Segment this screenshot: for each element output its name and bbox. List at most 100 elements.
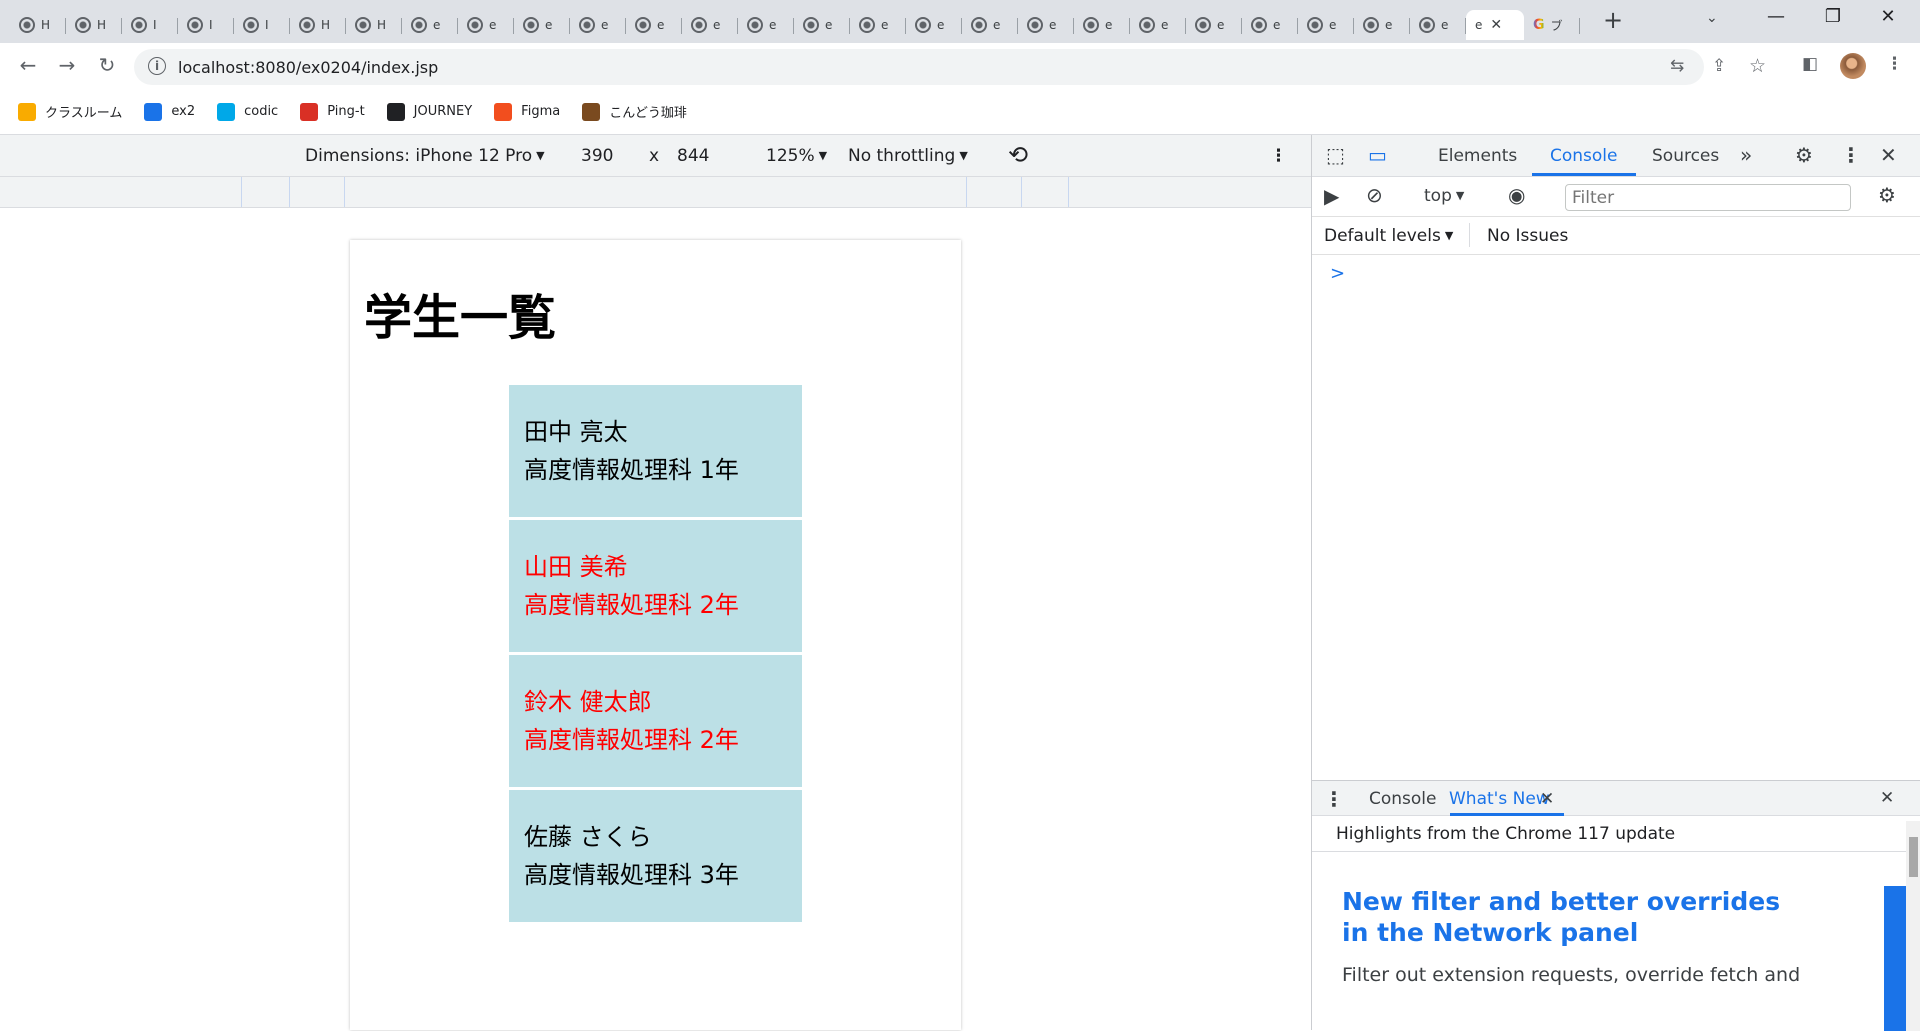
browser-tab[interactable]: I	[122, 10, 178, 40]
media-query-marker[interactable]	[1068, 177, 1069, 207]
profile-avatar[interactable]	[1840, 53, 1866, 79]
throttling-select[interactable]: No throttling ▼	[848, 146, 968, 166]
console-filter-input[interactable]	[1565, 184, 1851, 211]
zoom-select[interactable]: 125% ▼	[766, 146, 827, 166]
media-query-marker[interactable]	[1021, 177, 1022, 207]
minimize-icon[interactable]: —	[1756, 6, 1796, 27]
live-expression-eye-icon[interactable]: ◉	[1508, 183, 1525, 207]
forward-icon[interactable]: →	[53, 53, 81, 77]
tab-list: H H I I I H He e e e e e e e e e e e e e e e e e e e ✕ G ブ	[10, 6, 1580, 43]
media-query-marker[interactable]	[344, 177, 345, 207]
browser-tab[interactable]: e	[1074, 10, 1130, 40]
side-panel-icon[interactable]: ◧	[1802, 54, 1818, 74]
drawer-tab-close-icon[interactable]: ✕	[1540, 789, 1554, 809]
drawer-menu-icon[interactable]: ⋮	[1324, 787, 1344, 811]
tab-search-chevron-icon[interactable]: ⌄	[1706, 10, 1718, 26]
browser-tab[interactable]: e	[458, 10, 514, 40]
context-label: top	[1424, 186, 1452, 206]
bookmark-item[interactable]: codic	[217, 102, 278, 121]
browser-tab[interactable]: e	[570, 10, 626, 40]
devtools-close-icon[interactable]: ✕	[1880, 143, 1897, 167]
globe-icon	[1083, 17, 1099, 33]
browser-tab[interactable]: e	[962, 10, 1018, 40]
reload-icon[interactable]: ↻	[93, 53, 121, 77]
drawer-tab-console[interactable]: Console	[1369, 789, 1437, 809]
browser-tab-active[interactable]: e ✕	[1466, 10, 1524, 40]
site-info-icon[interactable]: i	[148, 57, 166, 75]
restore-icon[interactable]: ❐	[1813, 6, 1853, 27]
inspect-element-icon[interactable]: ⬚	[1326, 143, 1345, 167]
browser-tab[interactable]: I	[178, 10, 234, 40]
tab-elements[interactable]: Elements	[1438, 146, 1517, 166]
device-select[interactable]: Dimensions: iPhone 12 Pro ▼	[305, 146, 545, 166]
more-tabs-icon[interactable]: »	[1740, 143, 1752, 167]
device-height-input[interactable]: 844	[677, 146, 709, 166]
browser-tab[interactable]: e	[738, 10, 794, 40]
tab-close-icon[interactable]: ✕	[1490, 17, 1502, 33]
drawer-scrollbar[interactable]	[1906, 821, 1920, 1031]
clear-console-icon[interactable]: ⊘	[1366, 183, 1383, 207]
whats-new-image	[1884, 886, 1906, 1031]
chrome-menu-icon[interactable]: ⋮	[1886, 54, 1903, 74]
rotate-icon[interactable]: ⟲	[1008, 141, 1028, 169]
bookmark-star-icon[interactable]: ☆	[1749, 55, 1766, 77]
console-settings-gear-icon[interactable]: ⚙	[1878, 183, 1896, 207]
browser-tab[interactable]: e	[1354, 10, 1410, 40]
globe-icon	[859, 17, 875, 33]
media-query-marker[interactable]	[241, 177, 242, 207]
drawer-close-icon[interactable]: ✕	[1880, 788, 1894, 808]
browser-tab[interactable]: H	[290, 10, 346, 40]
bookmark-item[interactable]: JOURNEY	[386, 102, 472, 121]
device-toggle-icon[interactable]: ▭	[1368, 143, 1387, 167]
browser-tab[interactable]: I	[234, 10, 290, 40]
new-tab-button[interactable]: +	[1598, 6, 1628, 34]
bookmark-label: こんどう珈琲	[609, 106, 687, 121]
browser-tab[interactable]: e	[682, 10, 738, 40]
browser-tab[interactable]: H	[66, 10, 122, 40]
devtools-menu-icon[interactable]: ⋮	[1841, 143, 1861, 167]
browser-tab[interactable]: H	[10, 10, 66, 40]
bookmark-item[interactable]: ex2	[144, 102, 195, 121]
bookmark-item[interactable]: Ping-t	[300, 102, 365, 121]
bookmark-item[interactable]: Figma	[494, 102, 560, 121]
browser-tab-google[interactable]: Gブ	[1524, 10, 1580, 40]
translate-icon[interactable]: ⇆	[1670, 56, 1684, 76]
window-close-icon[interactable]: ✕	[1868, 6, 1908, 27]
media-query-marker[interactable]	[289, 177, 290, 207]
browser-tab[interactable]: e	[794, 10, 850, 40]
device-toolbar-menu-icon[interactable]: ⋮	[1270, 146, 1287, 166]
browser-tab[interactable]: e	[850, 10, 906, 40]
browser-tab[interactable]: e	[626, 10, 682, 40]
browser-tab[interactable]: e	[514, 10, 570, 40]
browser-tab[interactable]: e	[1242, 10, 1298, 40]
issues-count[interactable]: No Issues	[1487, 226, 1568, 246]
scrollbar-thumb[interactable]	[1909, 837, 1918, 877]
back-icon[interactable]: ←	[14, 53, 42, 77]
device-width-input[interactable]: 390	[581, 146, 613, 166]
drawer-tab-whats-new[interactable]: What's New	[1449, 789, 1550, 809]
url-text[interactable]: localhost:8080/ex0204/index.jsp	[178, 58, 438, 77]
tab-title: e	[881, 18, 889, 32]
browser-tab[interactable]: e	[402, 10, 458, 40]
bookmark-item[interactable]: クラスルーム	[18, 102, 122, 121]
devtools-drawer: ⋮ Console What's New ✕ ✕ Highlights from…	[1312, 780, 1920, 1031]
settings-gear-icon[interactable]: ⚙	[1795, 143, 1813, 167]
log-levels-select[interactable]: Default levels ▼	[1324, 226, 1453, 246]
tab-console[interactable]: Console	[1550, 146, 1618, 166]
browser-tab[interactable]: e	[1018, 10, 1074, 40]
sidebar-toggle-icon[interactable]: ▶	[1324, 184, 1339, 208]
browser-tab[interactable]: e	[1410, 10, 1466, 40]
address-bar[interactable]: i localhost:8080/ex0204/index.jsp ⇆ ⇪ ☆	[134, 49, 1766, 85]
browser-tab[interactable]: e	[906, 10, 962, 40]
tab-sources[interactable]: Sources	[1652, 146, 1719, 166]
console-prompt-chevron-icon[interactable]: >	[1330, 263, 1345, 284]
context-select[interactable]: top ▼	[1424, 186, 1464, 206]
media-query-marker[interactable]	[966, 177, 967, 207]
browser-tab[interactable]: e	[1130, 10, 1186, 40]
whats-new-headline[interactable]: New filter and better overrides in the N…	[1342, 886, 1802, 948]
share-icon[interactable]: ⇪	[1712, 56, 1726, 76]
browser-tab[interactable]: e	[1186, 10, 1242, 40]
browser-tab[interactable]: H	[346, 10, 402, 40]
browser-tab[interactable]: e	[1298, 10, 1354, 40]
bookmark-item[interactable]: こんどう珈琲	[582, 102, 687, 121]
